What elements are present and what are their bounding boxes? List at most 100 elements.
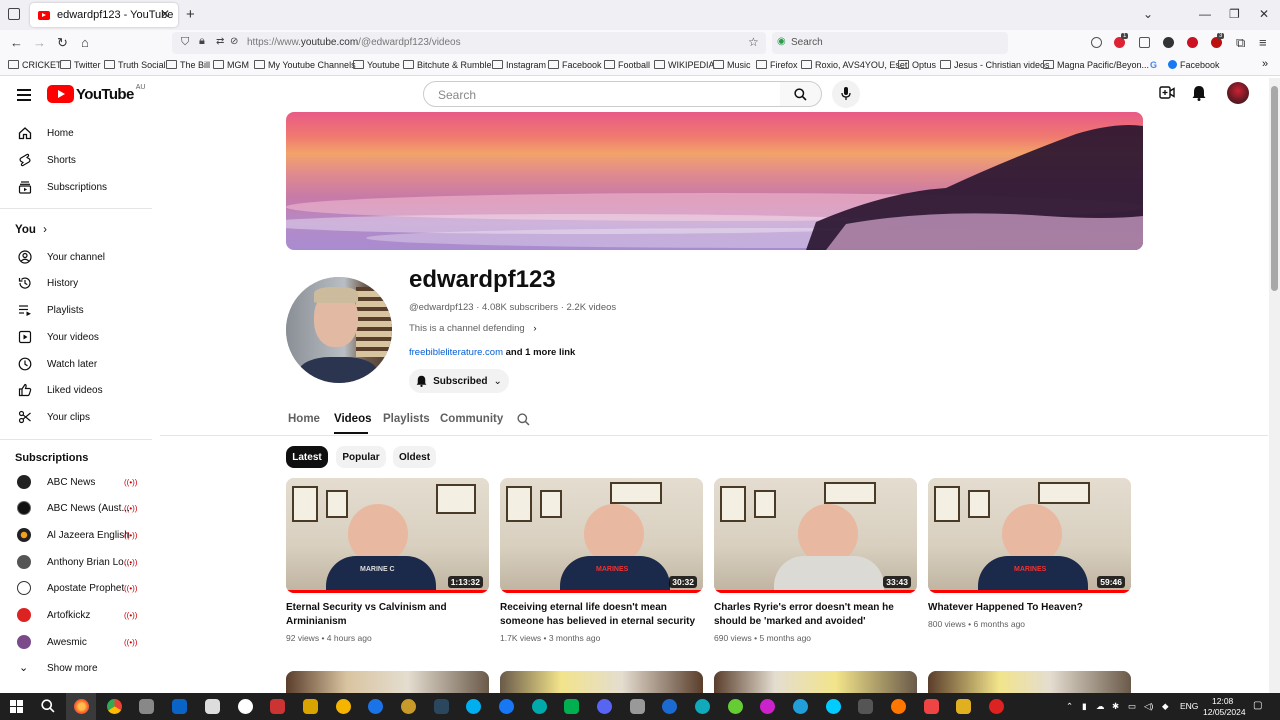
bookmark-item[interactable]: Magna Pacific/Beyon... — [1043, 60, 1149, 70]
video-thumbnail[interactable]: MARINES 59:46 — [928, 478, 1131, 593]
subscription-item[interactable]: ABC News (Aust... ((•)) — [0, 495, 150, 521]
search-button[interactable] — [780, 81, 822, 107]
app-icon[interactable] — [303, 699, 318, 714]
show-more-button[interactable]: ⌄ Show more — [0, 655, 150, 681]
app-icon[interactable] — [401, 699, 416, 714]
permissions-icon[interactable]: ⇄ — [216, 36, 224, 47]
app-icon[interactable] — [205, 699, 220, 714]
tab-playlists[interactable]: Playlists — [383, 413, 430, 425]
restore-icon[interactable]: ❐ — [1229, 7, 1240, 21]
bookmark-item-facebook[interactable]: Facebook — [1168, 60, 1220, 70]
browser-search-field[interactable]: ◉ Search — [772, 32, 1008, 54]
app-icon[interactable] — [728, 699, 743, 714]
subscription-item[interactable]: Apostate Prophet ((•)) — [0, 575, 150, 601]
youtube-logo[interactable]: YouTube AU — [47, 84, 145, 103]
page-scrollbar-track[interactable] — [1269, 78, 1280, 693]
tray-bluetooth-icon[interactable]: ✱ — [1112, 701, 1119, 712]
search-input[interactable]: Search — [423, 81, 781, 107]
channel-avatar-large[interactable] — [286, 277, 392, 383]
extension-shield-icon[interactable] — [1187, 37, 1198, 48]
app-icon[interactable] — [499, 699, 514, 714]
windows-start-icon[interactable] — [10, 700, 23, 713]
sidebar-item-history[interactable]: History — [0, 270, 150, 296]
camera-off-icon[interactable]: ⊘ — [230, 36, 238, 47]
bookmark-item[interactable]: Football — [604, 60, 650, 70]
chip-popular[interactable]: Popular — [336, 446, 386, 468]
forward-icon[interactable]: → — [33, 35, 46, 50]
bookmark-item[interactable]: Optus — [898, 60, 936, 70]
taskbar-search-icon[interactable] — [41, 699, 55, 713]
video-thumbnail[interactable]: 33:43 — [714, 478, 917, 593]
app-icon[interactable] — [826, 699, 841, 714]
bookmark-item[interactable]: CRICKET — [8, 60, 62, 70]
chip-latest[interactable]: Latest — [286, 446, 328, 468]
chevron-down-icon[interactable]: ⌄ — [1143, 7, 1153, 21]
subscription-item[interactable]: ABC News ((•)) — [0, 469, 150, 495]
app-icon[interactable] — [695, 699, 710, 714]
sidebar-you-heading[interactable]: You › — [15, 224, 47, 236]
app-icon[interactable] — [858, 699, 873, 714]
bookmark-item[interactable]: Firefox — [756, 60, 798, 70]
sidebar-item-liked-videos[interactable]: Liked videos — [0, 377, 150, 403]
chrome-icon[interactable] — [107, 699, 122, 714]
bookmark-item[interactable]: Youtube — [353, 60, 400, 70]
back-icon[interactable]: ← — [10, 35, 23, 50]
tab-list-icon[interactable] — [8, 8, 20, 20]
steam-icon[interactable] — [434, 699, 449, 714]
app-icon[interactable] — [238, 699, 253, 714]
subscription-item[interactable]: Al Jazeera English ((•)) — [0, 522, 150, 548]
sidebar-item-shorts[interactable]: Shorts — [0, 147, 150, 173]
bookmark-item[interactable]: Bitchute & Rumble — [403, 60, 492, 70]
close-window-icon[interactable]: ✕ — [1259, 7, 1269, 21]
reader-view-icon[interactable] — [1139, 37, 1150, 48]
account-avatar[interactable] — [1227, 82, 1249, 104]
bookmark-star-icon[interactable]: ☆ — [748, 35, 759, 49]
channel-description[interactable]: This is a channel defending › — [409, 323, 536, 334]
home-icon[interactable]: ⌂ — [81, 35, 89, 50]
app-icon[interactable] — [630, 699, 645, 714]
notifications-bell-icon[interactable] — [1192, 85, 1206, 101]
bookmark-item[interactable]: Music — [713, 60, 751, 70]
app-icon[interactable] — [532, 699, 547, 714]
app-icon[interactable] — [956, 699, 971, 714]
app-icon[interactable] — [924, 699, 939, 714]
bookmark-item[interactable]: WIKIPEDIA — [654, 60, 715, 70]
tab-community[interactable]: Community — [440, 413, 503, 425]
more-links-button[interactable]: and 1 more link — [506, 347, 576, 358]
channel-external-link[interactable]: freebibleliterature.com — [409, 347, 503, 358]
create-video-icon[interactable] — [1159, 86, 1175, 100]
app-icon[interactable] — [336, 699, 351, 714]
bookmark-item[interactable]: Roxio, AVS4YOU, Eset — [801, 60, 907, 70]
video-thumbnail[interactable] — [286, 671, 489, 693]
sidebar-item-watch-later[interactable]: Watch later — [0, 351, 150, 377]
sidebar-item-subscriptions[interactable]: Subscriptions — [0, 174, 150, 200]
video-thumbnail[interactable] — [714, 671, 917, 693]
audition-icon[interactable] — [564, 699, 579, 714]
sidebar-item-your-channel[interactable]: Your channel — [0, 244, 150, 270]
bookmark-item[interactable]: Truth Social — [104, 60, 166, 70]
bookmark-item[interactable]: The Bill — [166, 60, 210, 70]
sidebar-item-home[interactable]: Home — [0, 120, 150, 146]
subscribed-button[interactable]: Subscribed ⌄ — [409, 369, 509, 393]
subscription-item[interactable]: Anthony Brian Lo... ((•)) — [0, 549, 150, 575]
menu-icon[interactable]: ≡ — [1259, 35, 1267, 50]
more-bookmarks-icon[interactable]: » — [1262, 58, 1268, 70]
tray-date[interactable]: 12/05/2024 — [1203, 707, 1246, 717]
guide-menu-icon[interactable] — [17, 89, 31, 104]
tray-microphone-icon[interactable]: ▮ — [1082, 701, 1087, 712]
app-icon[interactable] — [368, 699, 383, 714]
discord-icon[interactable] — [597, 699, 612, 714]
tray-language[interactable]: ENG — [1180, 701, 1198, 711]
page-scrollbar-thumb[interactable] — [1271, 86, 1278, 291]
app-icon[interactable] — [891, 699, 906, 714]
new-tab-icon[interactable]: + — [186, 6, 195, 23]
tray-app-icon[interactable]: ◆ — [1162, 701, 1169, 712]
reload-icon[interactable]: ↻ — [57, 35, 68, 51]
channel-search-icon[interactable] — [517, 413, 530, 426]
video-thumbnail[interactable] — [928, 671, 1131, 693]
lock-icon[interactable]: 🔒︎ — [199, 35, 205, 48]
chip-oldest[interactable]: Oldest — [393, 446, 436, 468]
video-title[interactable]: Charles Ryrie's error doesn't mean he sh… — [714, 601, 919, 628]
telegram-icon[interactable] — [793, 699, 808, 714]
video-thumbnail[interactable] — [500, 671, 703, 693]
